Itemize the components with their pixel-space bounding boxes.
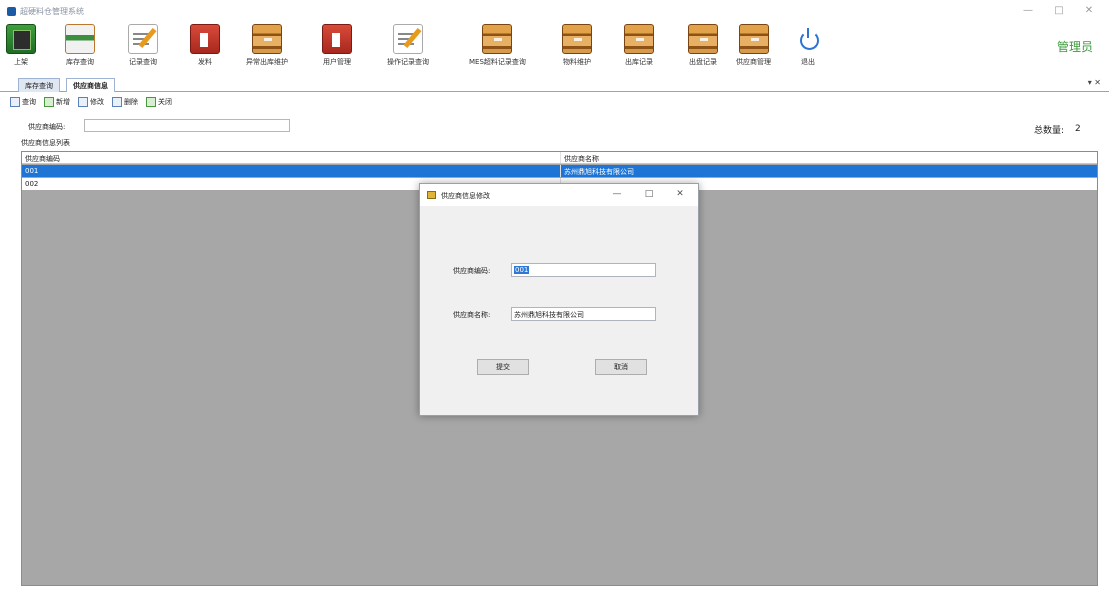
add-label: 新增 xyxy=(56,98,70,106)
dialog-title-bar: 供应商信息修改 — □ ✕ xyxy=(420,184,698,206)
window-title: 超硬料仓管理系统 xyxy=(20,7,84,16)
ribbon-exception-outbound-button[interactable]: 异常出库维护 xyxy=(246,24,288,70)
dialog-app-icon xyxy=(427,191,436,199)
grid-header: 供应商编码 供应商名称 xyxy=(22,152,1097,164)
column-header-name[interactable]: 供应商名称 xyxy=(561,152,1097,163)
query-icon xyxy=(10,97,20,107)
ribbon-label: 发料 xyxy=(198,58,212,66)
ribbon-mes-record-button[interactable]: MES超料记录查询 xyxy=(469,24,526,70)
ribbon-label: 出库记录 xyxy=(625,58,653,66)
dialog-title: 供应商信息修改 xyxy=(441,192,490,200)
issue-material-icon xyxy=(190,24,220,54)
delete-label: 删除 xyxy=(124,98,138,106)
ribbon-label: MES超料记录查询 xyxy=(469,58,526,66)
shelf-device-icon xyxy=(6,24,36,54)
supplier-name-value: 苏州鼎旭科技有限公司 xyxy=(514,311,584,319)
ribbon-label: 物料维护 xyxy=(563,58,591,66)
app-icon xyxy=(7,7,16,16)
supplier-code-label: 供应商编码: xyxy=(453,267,491,275)
ribbon-label: 供应商管理 xyxy=(736,58,771,66)
ribbon-issue-button[interactable]: 发料 xyxy=(190,24,220,70)
box-icon xyxy=(482,24,513,54)
submit-button[interactable]: 提交 xyxy=(477,359,529,375)
edit-notepad-icon xyxy=(393,24,423,54)
tab-close-button[interactable]: ▾ ✕ xyxy=(1088,78,1101,87)
user-role-label: 管理员 xyxy=(1056,40,1093,54)
supplier-edit-dialog: 供应商信息修改 — □ ✕ 供应商编码: 001 供应商名称: 苏州鼎旭科技有限… xyxy=(419,183,699,416)
box-icon xyxy=(688,24,718,54)
supplier-code-field[interactable]: 001 xyxy=(511,263,656,277)
dialog-minimize-button[interactable]: — xyxy=(608,189,626,199)
supplier-code-filter-input[interactable] xyxy=(84,119,290,132)
cell-supplier-name: 苏州鼎旭科技有限公司 xyxy=(564,168,634,176)
total-count-label: 总数量: xyxy=(1034,126,1065,136)
box-icon xyxy=(252,24,282,54)
ribbon-label: 用户管理 xyxy=(323,58,351,66)
box-icon xyxy=(624,24,654,54)
query-button[interactable]: 查询 xyxy=(10,95,36,109)
power-icon xyxy=(793,24,823,54)
add-icon xyxy=(44,97,54,107)
tab-stock-query[interactable]: 库存查询 xyxy=(18,78,60,92)
cell-supplier-code: 001 xyxy=(22,165,561,177)
maximize-button[interactable]: □ xyxy=(1049,5,1069,16)
ribbon-operation-log-button[interactable]: 操作记录查询 xyxy=(387,24,429,70)
app-window-icon xyxy=(65,24,95,54)
ribbon-label: 记录查询 xyxy=(129,58,157,66)
supplier-list-caption: 供应商信息列表 xyxy=(21,139,70,147)
cancel-button[interactable]: 取消 xyxy=(595,359,647,375)
ribbon-label: 出盘记录 xyxy=(689,58,717,66)
modify-button[interactable]: 修改 xyxy=(78,95,104,109)
ribbon-user-management-button[interactable]: 用户管理 xyxy=(322,24,352,70)
edit-notepad-icon xyxy=(128,24,158,54)
ribbon-shelf-button[interactable]: 上架 xyxy=(6,24,36,70)
sub-toolbar: 查询 新增 修改 删除 关闭 xyxy=(10,95,172,109)
close-page-icon xyxy=(146,97,156,107)
minimize-button[interactable]: — xyxy=(1018,5,1038,16)
delete-icon xyxy=(112,97,122,107)
ribbon-label: 退出 xyxy=(801,58,815,66)
ribbon-tray-record-button[interactable]: 出盘记录 xyxy=(688,24,718,70)
ribbon-toolbar: 上架 库存查询 记录查询 发料 异常出库维护 用户管理 操作记录查询 MES超料… xyxy=(0,22,1109,72)
dialog-close-button[interactable]: ✕ xyxy=(671,189,689,199)
ribbon-label: 操作记录查询 xyxy=(387,58,429,66)
ribbon-material-maintenance-button[interactable]: 物料维护 xyxy=(562,24,592,70)
document-tab-strip: 库存查询 供应商信息 ▾ ✕ xyxy=(0,76,1109,92)
dialog-maximize-button[interactable]: □ xyxy=(640,189,658,199)
box-icon xyxy=(738,24,769,54)
close-button[interactable]: ✕ xyxy=(1079,5,1099,16)
query-label: 查询 xyxy=(22,98,36,106)
ribbon-exit-button[interactable]: 退出 xyxy=(793,24,823,70)
ribbon-outbound-record-button[interactable]: 出库记录 xyxy=(624,24,654,70)
supplier-code-value: 001 xyxy=(514,266,530,274)
title-bar: 超硬料仓管理系统 — □ ✕ xyxy=(0,0,1109,22)
supplier-name-label: 供应商名称: xyxy=(453,311,491,319)
delete-button[interactable]: 删除 xyxy=(112,95,138,109)
modify-icon xyxy=(78,97,88,107)
add-button[interactable]: 新增 xyxy=(44,95,70,109)
ribbon-record-query-button[interactable]: 记录查询 xyxy=(128,24,158,70)
table-row[interactable]: 001 苏州鼎旭科技有限公司 xyxy=(22,165,1097,177)
ribbon-label: 异常出库维护 xyxy=(246,58,288,66)
column-header-code[interactable]: 供应商编码 xyxy=(22,152,561,163)
ribbon-stock-query-button[interactable]: 库存查询 xyxy=(65,24,95,70)
tab-supplier-info[interactable]: 供应商信息 xyxy=(66,78,115,92)
modify-label: 修改 xyxy=(90,98,104,106)
close-page-label: 关闭 xyxy=(158,98,172,106)
supplier-name-field[interactable]: 苏州鼎旭科技有限公司 xyxy=(511,307,656,321)
supplier-code-filter-label: 供应商编码: xyxy=(28,123,66,131)
box-icon xyxy=(562,24,592,54)
total-count-value: 2 xyxy=(1075,124,1081,134)
user-admin-icon xyxy=(322,24,352,54)
close-page-button[interactable]: 关闭 xyxy=(146,95,172,109)
ribbon-label: 库存查询 xyxy=(66,58,94,66)
ribbon-label: 上架 xyxy=(14,58,28,66)
ribbon-supplier-management-button[interactable]: 供应商管理 xyxy=(736,24,771,70)
